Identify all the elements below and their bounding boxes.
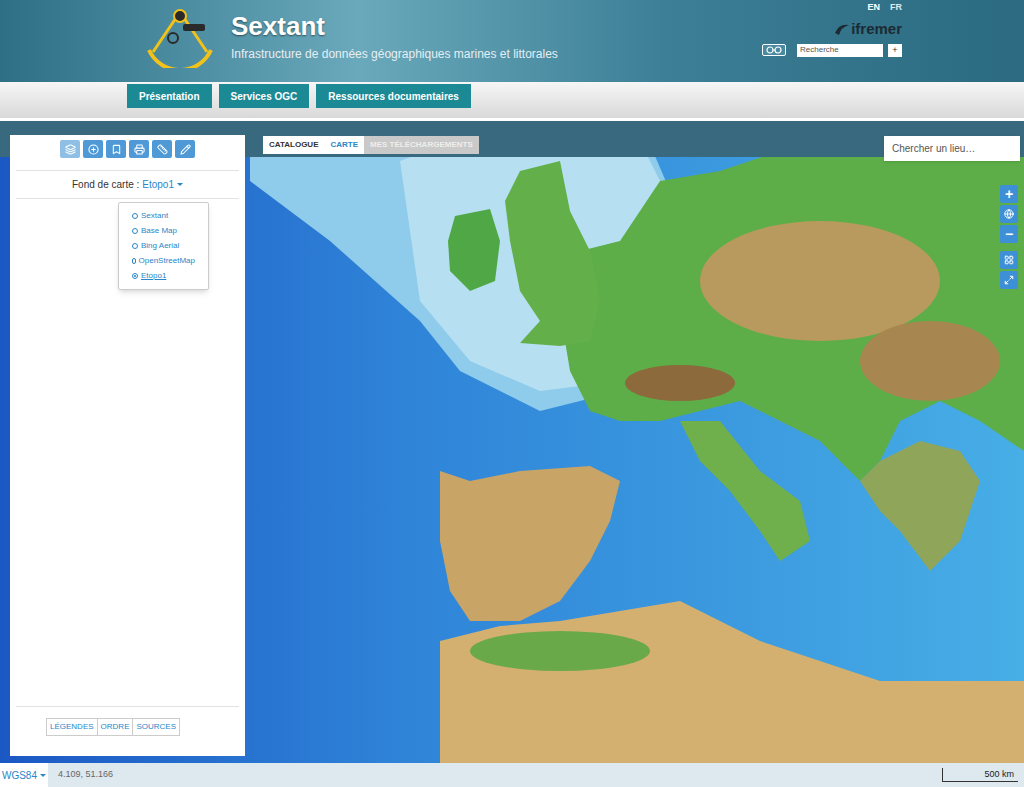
- language-option[interactable]: EN: [867, 1, 880, 15]
- accessibility-button[interactable]: [762, 44, 786, 56]
- site-search-button[interactable]: +: [888, 44, 902, 57]
- printer-icon: [134, 144, 145, 155]
- grid-icon: [1004, 255, 1014, 265]
- radio-icon: [132, 258, 136, 264]
- projection-select[interactable]: WGS84: [0, 763, 48, 787]
- scale-line: 500 km: [942, 768, 1018, 782]
- toolbar-button[interactable]: [106, 140, 126, 158]
- panel-tab[interactable]: ORDRE: [97, 719, 133, 735]
- bookmark-icon: [111, 144, 122, 155]
- place-search-input[interactable]: Chercher un lieu…: [884, 136, 1020, 161]
- map-control-button[interactable]: [1000, 251, 1018, 269]
- panel-bottom-tabs: LÉGENDESORDRESOURCES: [46, 718, 180, 736]
- panel-toolbar: [10, 135, 245, 158]
- status-bar: WGS84 4.109, 51.166 500 km: [0, 763, 1024, 787]
- view-tab[interactable]: CATALOGUE: [263, 136, 324, 154]
- sextant-logo-icon[interactable]: [143, 6, 217, 68]
- site-title[interactable]: Sextant: [231, 11, 558, 41]
- site-header: Sextant Infrastructure de données géograp…: [0, 0, 1024, 82]
- view-tab[interactable]: CARTE: [324, 136, 364, 154]
- toolbar-button[interactable]: [129, 140, 149, 158]
- basemap-option[interactable]: OpenStreetMap: [132, 255, 195, 267]
- side-panel: Fond de carte :Etopo1 Sextant Base Map Bing…: [10, 135, 245, 756]
- ifremer-logo[interactable]: ifremer: [835, 21, 902, 37]
- basemap-option[interactable]: Bing Aerial: [132, 240, 195, 252]
- panel-tab[interactable]: LÉGENDES: [47, 719, 97, 735]
- main-nav: Présentation Services OGCRessources docum…: [0, 82, 1024, 118]
- language-switch: EN FR: [867, 1, 902, 15]
- radio-icon: [132, 243, 138, 249]
- pencil-icon: [180, 144, 191, 155]
- nav-button[interactable]: Ressources documentaires: [316, 84, 471, 108]
- nav-button[interactable]: Services OGC: [219, 84, 310, 108]
- map-control-button[interactable]: [1000, 205, 1018, 223]
- basemap-option[interactable]: Etopo1: [132, 270, 195, 282]
- basemap-selector[interactable]: Fond de carte :Etopo1: [16, 171, 239, 199]
- radio-icon: [132, 273, 138, 279]
- radio-icon: [132, 213, 138, 219]
- ruler-icon: [157, 144, 168, 155]
- radio-icon: [132, 228, 138, 234]
- view-tabs: CATALOGUECARTEMES TÉLÉCHARGEMENTS: [263, 136, 479, 154]
- basemap-option[interactable]: Base Map: [132, 225, 195, 237]
- app: Sextant Infrastructure de données géograp…: [0, 0, 1024, 787]
- cursor-coordinates: 4.109, 51.166: [58, 768, 113, 782]
- glasses-icon: [766, 46, 782, 54]
- view-tab[interactable]: MES TÉLÉCHARGEMENTS: [364, 136, 479, 154]
- basemap-option[interactable]: Sextant: [132, 210, 195, 222]
- ifremer-wave-icon: [835, 23, 849, 35]
- map-controls: +−: [1000, 185, 1018, 289]
- map-control-button[interactable]: −: [1000, 225, 1018, 243]
- nav-button[interactable]: Présentation: [127, 84, 212, 108]
- panel-tab[interactable]: SOURCES: [132, 719, 179, 735]
- toolbar-button[interactable]: [60, 140, 80, 158]
- site-search-input[interactable]: Recherche: [797, 44, 883, 57]
- globe-icon: [1004, 209, 1014, 219]
- layers-icon: [65, 144, 76, 155]
- fullscreen-icon: [1004, 275, 1014, 285]
- toolbar-button[interactable]: [175, 140, 195, 158]
- toolbar-button[interactable]: [152, 140, 172, 158]
- add-layer-icon: [88, 144, 99, 155]
- site-subtitle: Infrastructure de données géographiques …: [231, 45, 558, 63]
- map-control-button[interactable]: +: [1000, 185, 1018, 203]
- basemap-menu: Sextant Base Map Bing Aerial OpenStreetMap E…: [118, 202, 209, 290]
- map-control-button[interactable]: [1000, 271, 1018, 289]
- map-view: CATALOGUECARTEMES TÉLÉCHARGEMENTS Cherche…: [0, 121, 1024, 763]
- toolbar-button[interactable]: [83, 140, 103, 158]
- language-option[interactable]: FR: [890, 1, 902, 15]
